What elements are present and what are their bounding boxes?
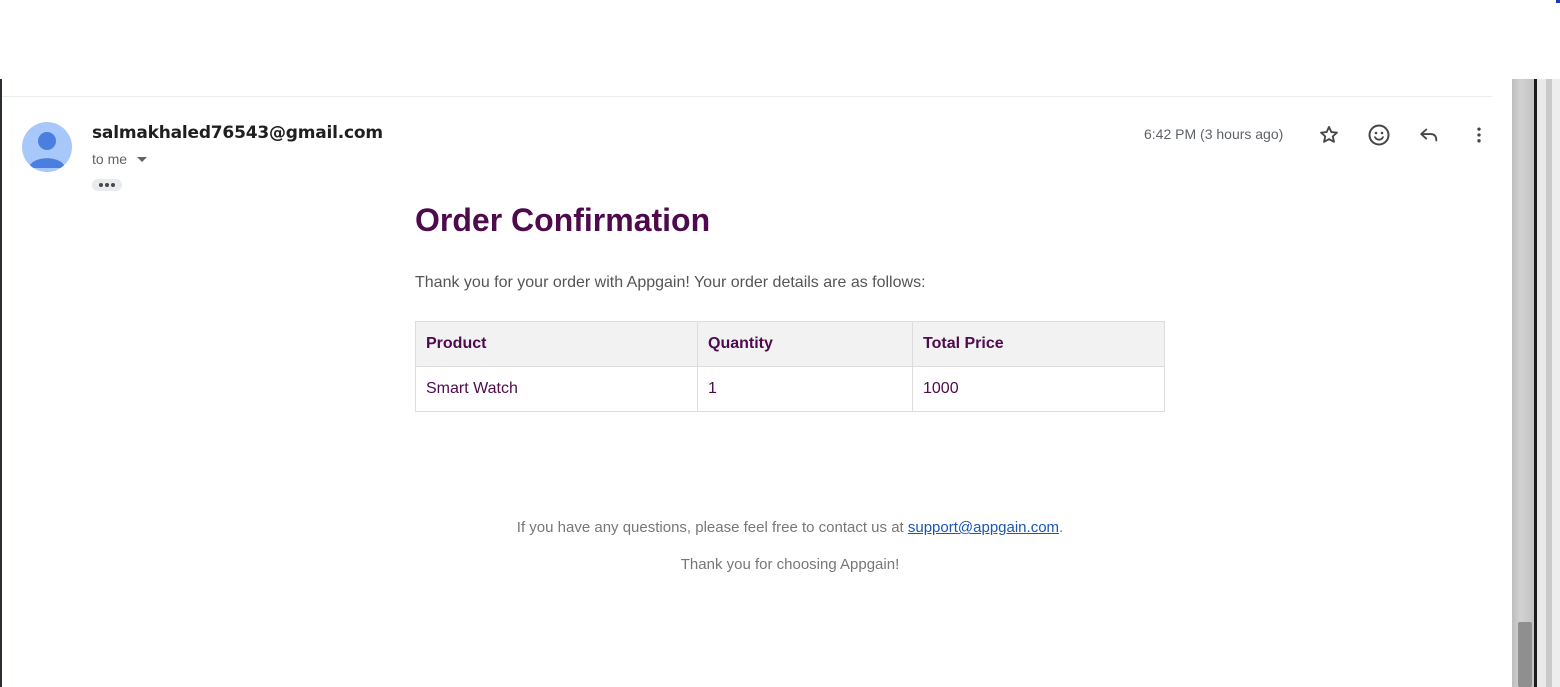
vertical-scrollbar[interactable] [1512, 79, 1534, 687]
closing-line: Thank you for choosing Appgain! [680, 556, 900, 573]
order-confirmation-title: Order Confirmation [415, 202, 711, 238]
person-icon [29, 132, 65, 168]
scrollbar-thumb[interactable] [1518, 622, 1532, 687]
emoji-icon [1368, 124, 1390, 146]
show-trimmed-content-button[interactable] [92, 179, 122, 191]
star-button[interactable] [1313, 119, 1345, 151]
add-reaction-button[interactable] [1363, 119, 1395, 151]
sender-address[interactable]: salmakhaled76543@gmail.com [92, 123, 383, 143]
recipient-details-toggle[interactable]: to me [92, 151, 148, 167]
support-email-link[interactable]: support@appgain.com [908, 519, 1059, 536]
dot [105, 183, 109, 187]
dot [99, 183, 103, 187]
column-header-quantity: Quantity [697, 321, 913, 367]
order-details-table: Product Quantity Total Price Smart Watch… [415, 321, 1165, 412]
contact-line: If you have any questions, please feel f… [415, 519, 1165, 536]
email-body: Order Confirmation Thank you for your or… [415, 195, 1165, 573]
contact-suffix: . [1059, 519, 1064, 536]
more-vert-icon [1477, 127, 1481, 143]
column-header-total-price: Total Price [912, 321, 1165, 367]
star-icon [1320, 126, 1338, 143]
corner-marker [1556, 0, 1560, 3]
reply-icon [1420, 128, 1438, 142]
reply-button[interactable] [1413, 119, 1445, 151]
product-cell: Smart Watch [415, 366, 698, 412]
chevron-down-icon [137, 156, 148, 162]
table-header-row: Product Quantity Total Price [415, 321, 1165, 367]
more-options-button[interactable] [1463, 119, 1495, 151]
sender-avatar[interactable] [22, 122, 72, 172]
dot [111, 183, 115, 187]
intro-text: Thank you for your order with Appgain! Y… [415, 274, 926, 291]
recipient-label: to me [92, 151, 128, 167]
message-timestamp: 6:42 PM (3 hours ago) [1144, 126, 1284, 142]
background-window-edge [1534, 79, 1560, 687]
column-header-product: Product [415, 321, 698, 367]
contact-text: If you have any questions, please feel f… [516, 519, 908, 536]
quantity-cell: 1 [697, 366, 913, 412]
total-price-cell: 1000 [912, 366, 1165, 412]
header-divider [2, 96, 1492, 97]
table-row: Smart Watch 1 1000 [415, 366, 1165, 412]
